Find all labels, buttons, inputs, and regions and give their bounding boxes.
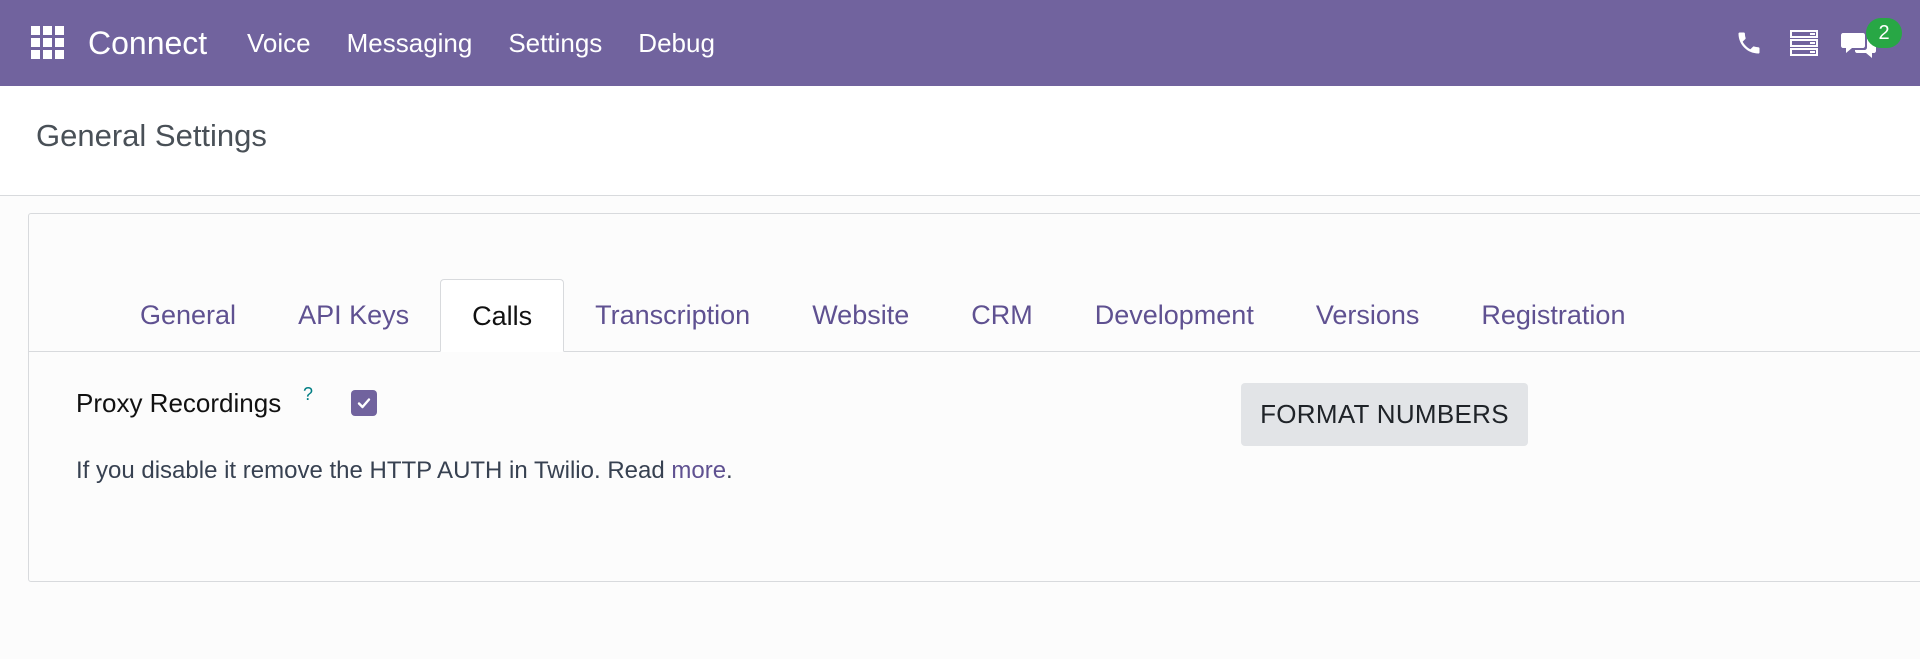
description-suffix: . [726,457,733,484]
tab-general[interactable]: General [109,279,267,352]
top-navbar: Connect Voice Messaging Settings Debug 2 [0,0,1920,86]
control-panel: General Settings [0,86,1920,196]
tab-crm[interactable]: CRM [940,279,1064,352]
proxy-recordings-label: Proxy Recordings [76,388,282,418]
main-menu: Voice Messaging Settings Debug [229,0,733,86]
tab-registration[interactable]: Registration [1450,279,1656,352]
proxy-recordings-checkbox[interactable] [351,390,377,416]
checkmark-icon [357,398,371,409]
tab-versions[interactable]: Versions [1285,279,1451,352]
tab-api-keys[interactable]: API Keys [267,279,440,352]
format-numbers-button[interactable]: FORMAT NUMBERS [1241,383,1528,446]
tab-calls[interactable]: Calls [440,279,565,352]
tab-website[interactable]: Website [781,279,940,352]
app-brand[interactable]: Connect [88,23,207,63]
page-title: General Settings [36,118,267,153]
read-more-link[interactable]: more [671,457,726,484]
menu-item-voice[interactable]: Voice [229,0,329,86]
settings-tabs: General API Keys Calls Transcription Web… [109,279,1656,352]
apps-menu-icon[interactable] [31,26,65,60]
menu-item-debug[interactable]: Debug [620,0,733,86]
help-tooltip-icon[interactable]: ? [303,384,313,405]
proxy-recordings-description: If you disable it remove the HTTP AUTH i… [76,456,733,486]
description-text: If you disable it remove the HTTP AUTH i… [76,457,672,484]
tab-transcription[interactable]: Transcription [564,279,781,352]
menu-item-settings[interactable]: Settings [490,0,620,86]
activity-icon[interactable] [1790,30,1818,61]
tab-development[interactable]: Development [1064,279,1285,352]
menu-item-messaging[interactable]: Messaging [329,0,491,86]
phone-icon[interactable] [1735,28,1763,63]
messaging-badge: 2 [1866,18,1902,48]
settings-sheet: General API Keys Calls Transcription Web… [28,213,1920,582]
